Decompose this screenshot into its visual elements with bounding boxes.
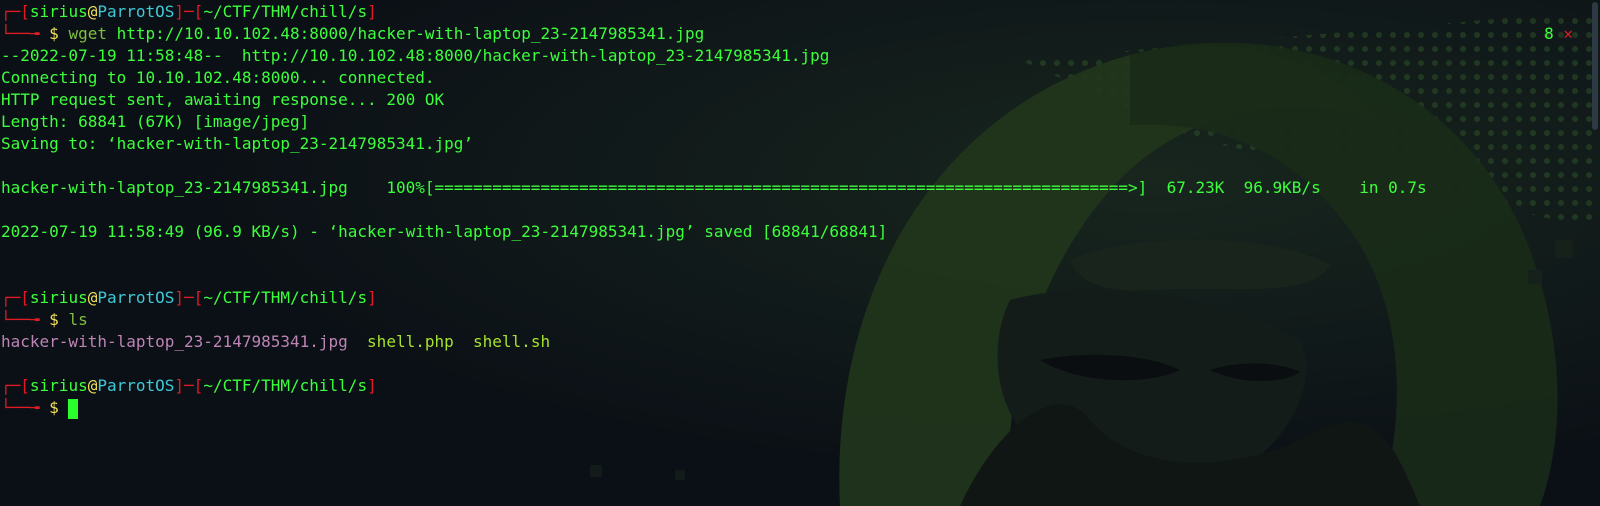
file-entry: shell.sh: [473, 332, 551, 351]
output-line: Length: 68841 (67K) [image/jpeg]: [1, 112, 310, 131]
prompt-frame: ┌─[: [1, 2, 30, 21]
prompt-user: sirius: [29, 288, 88, 307]
prompt-dollar: $: [49, 24, 59, 43]
prompt-header: ┌─[sirius@ParrotOS]─[~/CTF/THM/chill/s]: [1, 1, 1581, 23]
command-name: wget: [68, 24, 107, 43]
block-cursor-icon: [68, 398, 79, 419]
prompt-host: ParrotOS: [97, 2, 175, 21]
prompt-at: @: [87, 376, 98, 395]
prompt-dollar: $: [49, 310, 59, 329]
prompt-header: ┌─[sirius@ParrotOS]─[~/CTF/THM/chill/s]: [1, 287, 1581, 309]
prompt-at: @: [87, 2, 98, 21]
output-line: Saving to: ‘hacker-with-laptop_23-214798…: [1, 134, 474, 153]
prompt-host: ParrotOS: [97, 288, 175, 307]
prompt-dollar: $: [49, 398, 59, 417]
prompt-frame: ]─[: [174, 376, 204, 395]
ls-output: hacker-with-laptop_23-2147985341.jpg she…: [1, 331, 1581, 353]
command-line: └──╼ $ wget http://10.10.102.48:8000/hac…: [1, 23, 1581, 45]
prompt-frame: └──╼: [1, 24, 50, 43]
output-line: HTTP request sent, awaiting response... …: [1, 90, 445, 109]
command-argument: http://10.10.102.48:8000/hacker-with-lap…: [116, 24, 705, 43]
prompt-frame: ]─[: [174, 2, 204, 21]
prompt-frame: ]─[: [174, 288, 204, 307]
prompt-at: @: [87, 288, 98, 307]
command-line[interactable]: └──╼ $: [1, 397, 1581, 419]
command-name: ls: [68, 310, 88, 329]
prompt-header: ┌─[sirius@ParrotOS]─[~/CTF/THM/chill/s]: [1, 375, 1581, 397]
prompt-frame: ┌─[: [1, 288, 30, 307]
prompt-user: sirius: [29, 376, 88, 395]
fail-icon: ✕: [1563, 24, 1573, 43]
prompt-frame: ]: [367, 2, 377, 21]
prompt-frame: ]: [367, 288, 377, 307]
prompt-path: ~/CTF/THM/chill/s: [203, 376, 368, 395]
prompt-frame: ┌─[: [1, 376, 30, 395]
output-line: Connecting to 10.10.102.48:8000... conne…: [1, 68, 435, 87]
file-entry: hacker-with-laptop_23-2147985341.jpg: [1, 332, 348, 351]
output-line: --2022-07-19 11:58:48-- http://10.10.102…: [1, 46, 830, 65]
terminal[interactable]: ┌─[sirius@ParrotOS]─[~/CTF/THM/chill/s] …: [1, 1, 1581, 419]
saved-line: 2022-07-19 11:58:49 (96.9 KB/s) - ‘hacke…: [1, 222, 888, 241]
prompt-frame: └──╼: [1, 398, 50, 417]
prompt-frame: └──╼: [1, 310, 50, 329]
prompt-frame: ]: [367, 376, 377, 395]
prompt-user: sirius: [29, 2, 88, 21]
exit-status: 8 ✕: [1544, 23, 1573, 45]
command-line: └──╼ $ ls: [1, 309, 1581, 331]
file-entry: shell.php: [367, 332, 454, 351]
prompt-path: ~/CTF/THM/chill/s: [203, 288, 368, 307]
scrollbar[interactable]: [1592, 2, 1598, 130]
prompt-host: ParrotOS: [97, 376, 175, 395]
exit-code: 8: [1544, 24, 1554, 43]
prompt-path: ~/CTF/THM/chill/s: [203, 2, 368, 21]
progress-line: hacker-with-laptop_23-2147985341.jpg 100…: [1, 178, 1427, 197]
